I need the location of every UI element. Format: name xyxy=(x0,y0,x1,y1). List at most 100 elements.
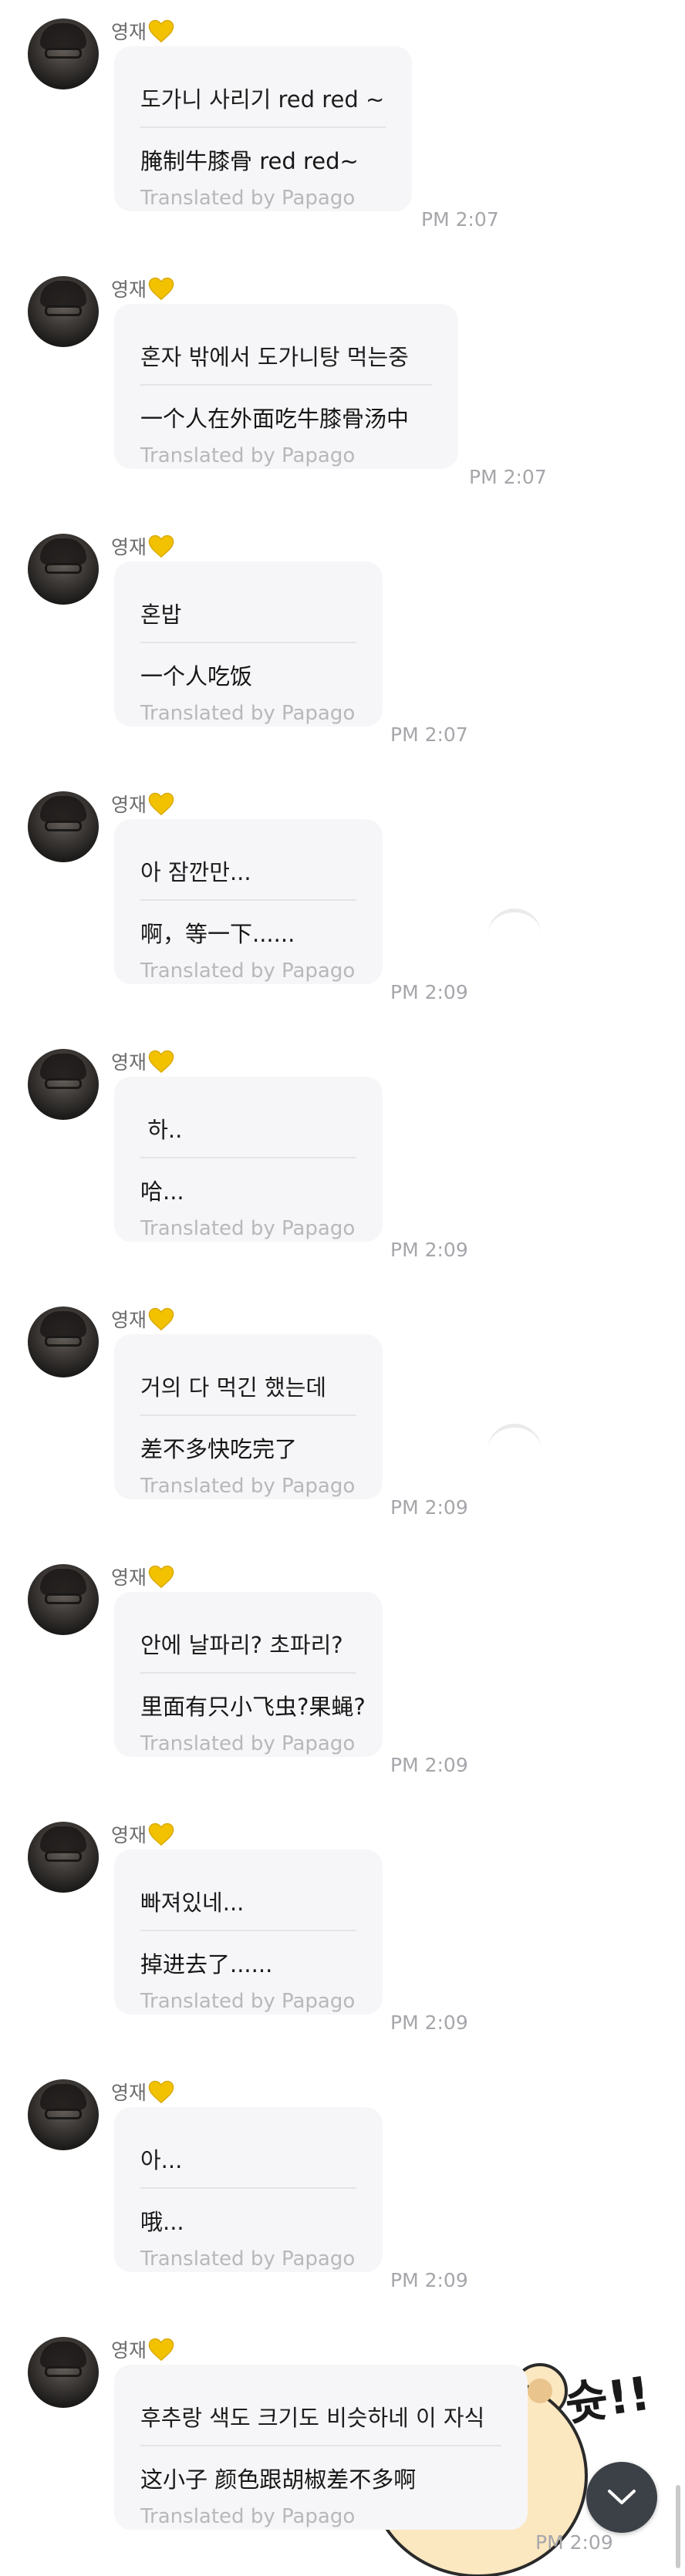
avatar[interactable] xyxy=(28,2337,99,2408)
scroll-to-bottom-button[interactable] xyxy=(586,2462,657,2533)
original-text: 하.. xyxy=(140,1117,183,1143)
sender-label: 영재 xyxy=(111,15,174,46)
message-time: PM 2:07 xyxy=(469,466,547,488)
translation-credit: Translated by Papago xyxy=(140,1475,356,1498)
original-text: 혼자 밖에서 도가니탕 먹는중 xyxy=(140,344,409,370)
message-row: 영재 혼자 밖에서 도가니탕 먹는중 一个人在外面吃牛膝骨汤中 Translat… xyxy=(0,258,685,515)
translated-text: 差不多快吃完了 xyxy=(140,1436,298,1462)
message-row: 영재 거의 다 먹긴 했는데 差不多快吃完了 Translated by Pap… xyxy=(0,1288,685,1546)
message-time: PM 2:09 xyxy=(390,2269,468,2291)
avatar[interactable] xyxy=(28,1564,99,1635)
sender-name: 영재 xyxy=(111,794,147,816)
message-bubble[interactable]: 빠져있네... 掉进去了...... Translated by Papago xyxy=(114,1849,383,2015)
translated-text: 啊，等一下...... xyxy=(140,921,295,947)
sender-name: 영재 xyxy=(111,1051,147,1074)
sender-label: 영재 xyxy=(111,1819,174,1849)
original-text: 아... xyxy=(140,2147,183,2173)
message-time: PM 2:07 xyxy=(390,723,468,746)
translation-credit: Translated by Papago xyxy=(140,1732,356,1755)
message-time: PM 2:09 xyxy=(390,2011,468,2034)
sender-label: 영재 xyxy=(111,788,174,819)
sender-name: 영재 xyxy=(111,278,147,301)
message-row: 영재 후추랑 색도 크기도 비슷하네 이 자식 这小子 颜色跟胡椒差不多啊 Tr… xyxy=(0,2318,685,2576)
original-text: 빠져있네... xyxy=(140,1890,245,1916)
message-bubble[interactable]: 안에 날파리? 초파리? 里面有只小飞虫?果蝇? Translated by P… xyxy=(114,1592,383,1757)
translation-divider xyxy=(140,1930,356,1931)
message-time: PM 2:09 xyxy=(390,981,468,1003)
sender-label: 영재 xyxy=(111,531,174,561)
sender-label: 영재 xyxy=(111,1046,174,1077)
avatar[interactable] xyxy=(28,2079,99,2150)
translated-text: 一个人在外面吃牛膝骨汤中 xyxy=(140,406,410,432)
message-bubble[interactable]: 혼밥 一个人吃饭 Translated by Papago xyxy=(114,561,383,727)
sender-label: 영재 xyxy=(111,273,174,304)
yellow-heart-icon xyxy=(148,2338,174,2362)
original-text: 도가니 사리기 red red ~ xyxy=(140,86,385,113)
scrollbar-thumb[interactable] xyxy=(676,2485,680,2568)
yellow-heart-icon xyxy=(148,1565,174,1589)
translation-divider xyxy=(140,1414,356,1416)
message-bubble[interactable]: 거의 다 먹긴 했는데 差不多快吃完了 Translated by Papago xyxy=(114,1334,383,1499)
translation-credit: Translated by Papago xyxy=(140,187,356,210)
chat-log[interactable]: 영재 도가니 사리기 red red ~ 腌制牛膝骨 red red~ Tran… xyxy=(0,0,685,2576)
background-artifact xyxy=(488,1424,542,1454)
sender-label: 영재 xyxy=(111,2076,174,2107)
yellow-heart-icon xyxy=(148,277,174,301)
avatar[interactable] xyxy=(28,1822,99,1893)
avatar[interactable] xyxy=(28,534,99,605)
message-bubble[interactable]: 후추랑 색도 크기도 비슷하네 이 자식 这小子 颜色跟胡椒差不多啊 Trans… xyxy=(114,2365,528,2530)
sender-name: 영재 xyxy=(111,536,147,558)
message-bubble[interactable]: 하.. 哈... Translated by Papago xyxy=(114,1077,383,1242)
background-artifact xyxy=(488,909,542,939)
translation-credit: Translated by Papago xyxy=(140,2505,356,2528)
message-bubble[interactable]: 아... 哦... Translated by Papago xyxy=(114,2107,383,2272)
message-row: 영재 도가니 사리기 red red ~ 腌制牛膝骨 red red~ Tran… xyxy=(0,0,685,258)
sender-name: 영재 xyxy=(111,2082,147,2104)
avatar[interactable] xyxy=(28,1049,99,1120)
yellow-heart-icon xyxy=(148,19,174,43)
translated-text: 腌制牛膝骨 red red~ xyxy=(140,148,359,174)
original-text: 거의 다 먹긴 했는데 xyxy=(140,1374,327,1401)
message-row: 영재 하.. 哈... Translated by Papago PM 2:09 xyxy=(0,1030,685,1288)
yellow-heart-icon xyxy=(148,792,174,816)
translated-text: 里面有只小飞虫?果蝇? xyxy=(140,1694,366,1720)
avatar[interactable] xyxy=(28,791,99,862)
original-text: 혼밥 xyxy=(140,602,182,628)
message-time: PM 2:07 xyxy=(421,208,499,231)
translated-text: 这小子 颜色跟胡椒差不多啊 xyxy=(140,2466,417,2493)
sender-name: 영재 xyxy=(111,1309,147,1331)
message-bubble[interactable]: 도가니 사리기 red red ~ 腌制牛膝骨 red red~ Transla… xyxy=(114,46,412,211)
translation-credit: Translated by Papago xyxy=(140,702,356,725)
translation-divider xyxy=(140,899,356,901)
avatar[interactable] xyxy=(28,19,99,89)
translation-divider xyxy=(140,1672,356,1674)
message-row: 영재 아... 哦... Translated by Papago PM 2:0… xyxy=(0,2061,685,2318)
translation-credit: Translated by Papago xyxy=(140,444,356,467)
translation-divider xyxy=(140,384,432,386)
message-bubble[interactable]: 혼자 밖에서 도가니탕 먹는중 一个人在外面吃牛膝骨汤中 Translated … xyxy=(114,304,458,469)
translation-divider xyxy=(140,2187,356,2189)
avatar[interactable] xyxy=(28,276,99,347)
sender-label: 영재 xyxy=(111,1303,174,1334)
message-bubble[interactable]: 아 잠깐만... 啊，等一下...... Translated by Papag… xyxy=(114,819,383,984)
avatar[interactable] xyxy=(28,1307,99,1377)
translated-text: 一个人吃饭 xyxy=(140,663,253,690)
chevron-down-icon xyxy=(608,2490,636,2504)
message-row: 영재 혼밥 一个人吃饭 Translated by Papago PM 2:07 xyxy=(0,515,685,773)
message-time: PM 2:09 xyxy=(390,1239,468,1261)
yellow-heart-icon xyxy=(148,2080,174,2104)
translation-divider xyxy=(140,2445,501,2446)
translation-divider xyxy=(140,642,356,643)
sender-label: 영재 xyxy=(111,1561,174,1592)
message-time: PM 2:09 xyxy=(535,2531,613,2554)
message-time: PM 2:09 xyxy=(390,1496,468,1519)
message-time: PM 2:09 xyxy=(390,1754,468,1776)
original-text: 아 잠깐만... xyxy=(140,859,251,885)
yellow-heart-icon xyxy=(148,1822,174,1846)
translation-divider xyxy=(140,126,386,128)
sender-name: 영재 xyxy=(111,1824,147,1846)
translation-credit: Translated by Papago xyxy=(140,2247,356,2271)
sender-name: 영재 xyxy=(111,21,147,43)
translated-text: 哦... xyxy=(140,2209,184,2235)
translation-divider xyxy=(140,1157,356,1158)
